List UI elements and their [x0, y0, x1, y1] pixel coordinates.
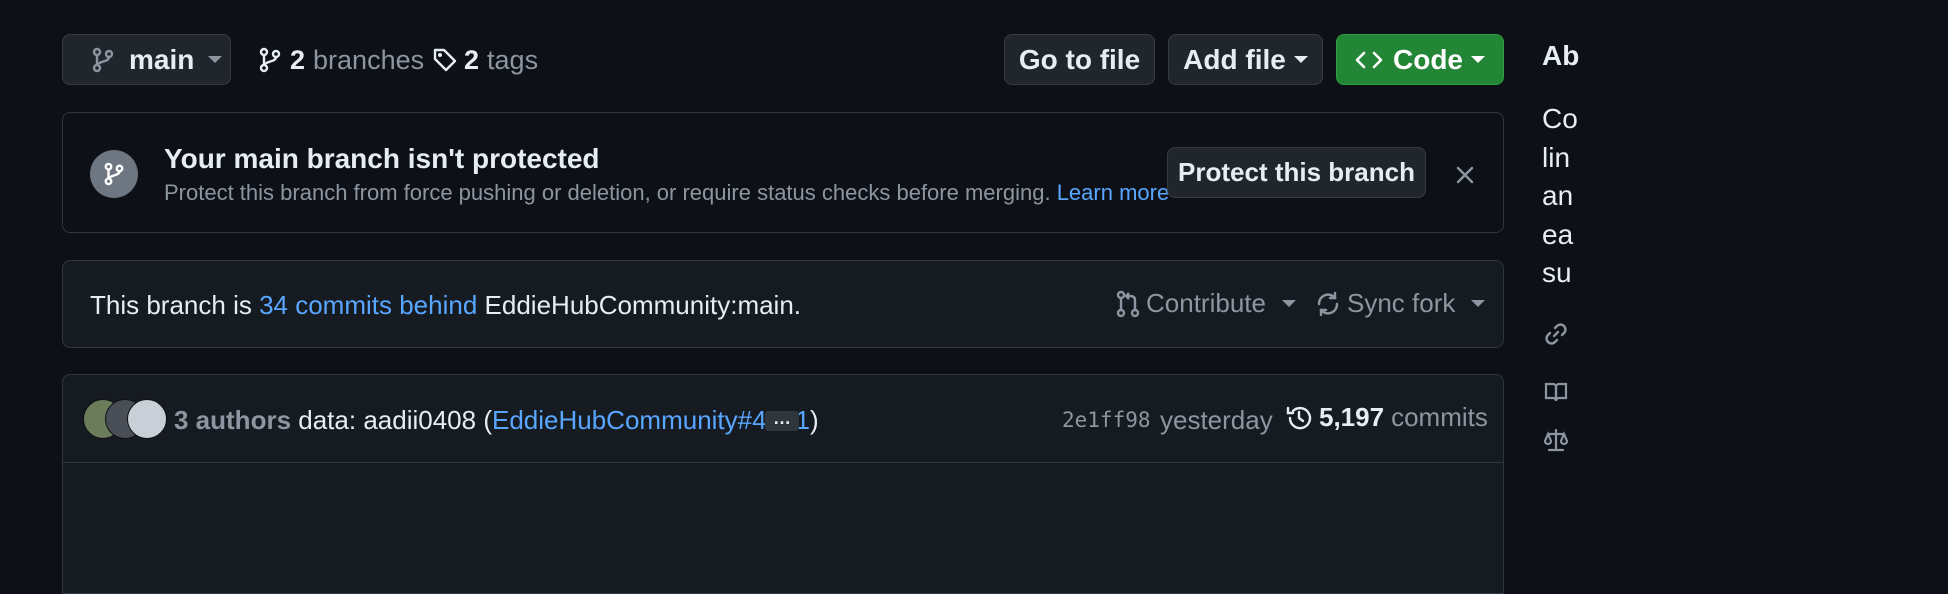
avatar — [127, 399, 167, 439]
commits-behind-link[interactable]: 34 commits behind — [259, 290, 477, 320]
commit-message: data: aadii0408 ( — [298, 405, 492, 435]
book-icon — [1544, 382, 1568, 402]
history-icon — [1286, 406, 1312, 429]
add-file-button[interactable]: Add file — [1168, 34, 1323, 85]
branch-protection-banner: Your main branch isn't protected Protect… — [62, 112, 1504, 233]
fork-status-bar: This branch is 34 commits behind EddieHu… — [62, 260, 1504, 348]
chevron-down-icon — [1281, 300, 1296, 307]
banner-description: Protect this branch from force pushing o… — [164, 180, 1051, 205]
code-icon — [1355, 51, 1383, 68]
git-branch-icon — [92, 47, 114, 72]
about-line: lin — [1542, 141, 1571, 173]
authors-count[interactable]: 3 authors — [174, 405, 291, 435]
close-icon[interactable] — [1455, 165, 1475, 185]
go-to-file-label: Go to file — [1018, 43, 1141, 75]
commits-label: commits — [1391, 402, 1488, 432]
banner-title: Your main branch isn't protected — [164, 143, 600, 174]
commits-count: 5,197 — [1319, 402, 1385, 432]
branches-count: 2 — [290, 44, 306, 75]
go-to-file-button[interactable]: Go to file — [1004, 34, 1155, 85]
ellipsis-icon: … — [773, 408, 791, 428]
upstream-branch: EddieHubCommunity:main. — [484, 290, 802, 320]
chevron-down-icon — [1471, 300, 1486, 307]
about-heading: Ab — [1542, 40, 1580, 71]
link-icon — [1545, 323, 1567, 345]
pr-link[interactable]: EddieHubCommunity#4741 — [492, 405, 810, 435]
learn-more-link[interactable]: Learn more — [1057, 180, 1170, 205]
commit-sha[interactable]: 2e1ff98 — [1062, 408, 1151, 432]
branch-selector-button[interactable]: main — [62, 34, 231, 85]
tags-label: tags — [487, 44, 539, 75]
branches-link[interactable]: 2 branches — [258, 44, 424, 76]
git-branch-icon — [259, 47, 281, 73]
branches-label: branches — [313, 44, 425, 75]
about-description: Co lin an ea su — [1542, 100, 1578, 293]
expand-commit-message-button[interactable]: … — [765, 408, 799, 431]
chevron-down-icon — [1471, 56, 1485, 63]
tags-link[interactable]: 2 tags — [432, 44, 538, 76]
code-button[interactable]: Code — [1336, 34, 1504, 85]
add-file-label: Add file — [1183, 43, 1286, 75]
branch-name: main — [129, 43, 195, 75]
commit-message-suffix: ) — [809, 405, 819, 435]
contribute-label: Contribute — [1146, 288, 1266, 318]
commits-history-link[interactable]: 5,197 commits — [1285, 402, 1488, 433]
tag-icon — [433, 48, 457, 72]
about-line: ea — [1542, 218, 1574, 250]
about-line: an — [1542, 180, 1574, 211]
commit-time: yesterday — [1160, 405, 1273, 435]
latest-commit-bar: 3 authors data: aadii0408 (EddieHubCommu… — [62, 374, 1504, 594]
protect-this-branch-button[interactable]: Protect this branch — [1167, 147, 1426, 198]
fork-status-prefix: This branch is — [90, 290, 252, 320]
tags-count: 2 — [464, 44, 480, 75]
about-line: Co — [1542, 103, 1578, 134]
sync-fork-button[interactable]: Sync fork — [1315, 288, 1486, 319]
chevron-down-icon — [208, 56, 223, 63]
contribute-button[interactable]: Contribute — [1116, 288, 1296, 319]
git-branch-icon — [90, 150, 138, 198]
chevron-down-icon — [1293, 56, 1308, 63]
sync-fork-label: Sync fork — [1347, 288, 1456, 318]
scale-icon — [1544, 428, 1568, 452]
sync-icon — [1317, 291, 1339, 316]
protect-button-label: Protect this branch — [1178, 157, 1415, 187]
code-label: Code — [1393, 43, 1463, 75]
git-pull-request-icon — [1116, 290, 1140, 317]
about-line: su — [1542, 257, 1572, 288]
author-avatars[interactable] — [83, 399, 167, 439]
